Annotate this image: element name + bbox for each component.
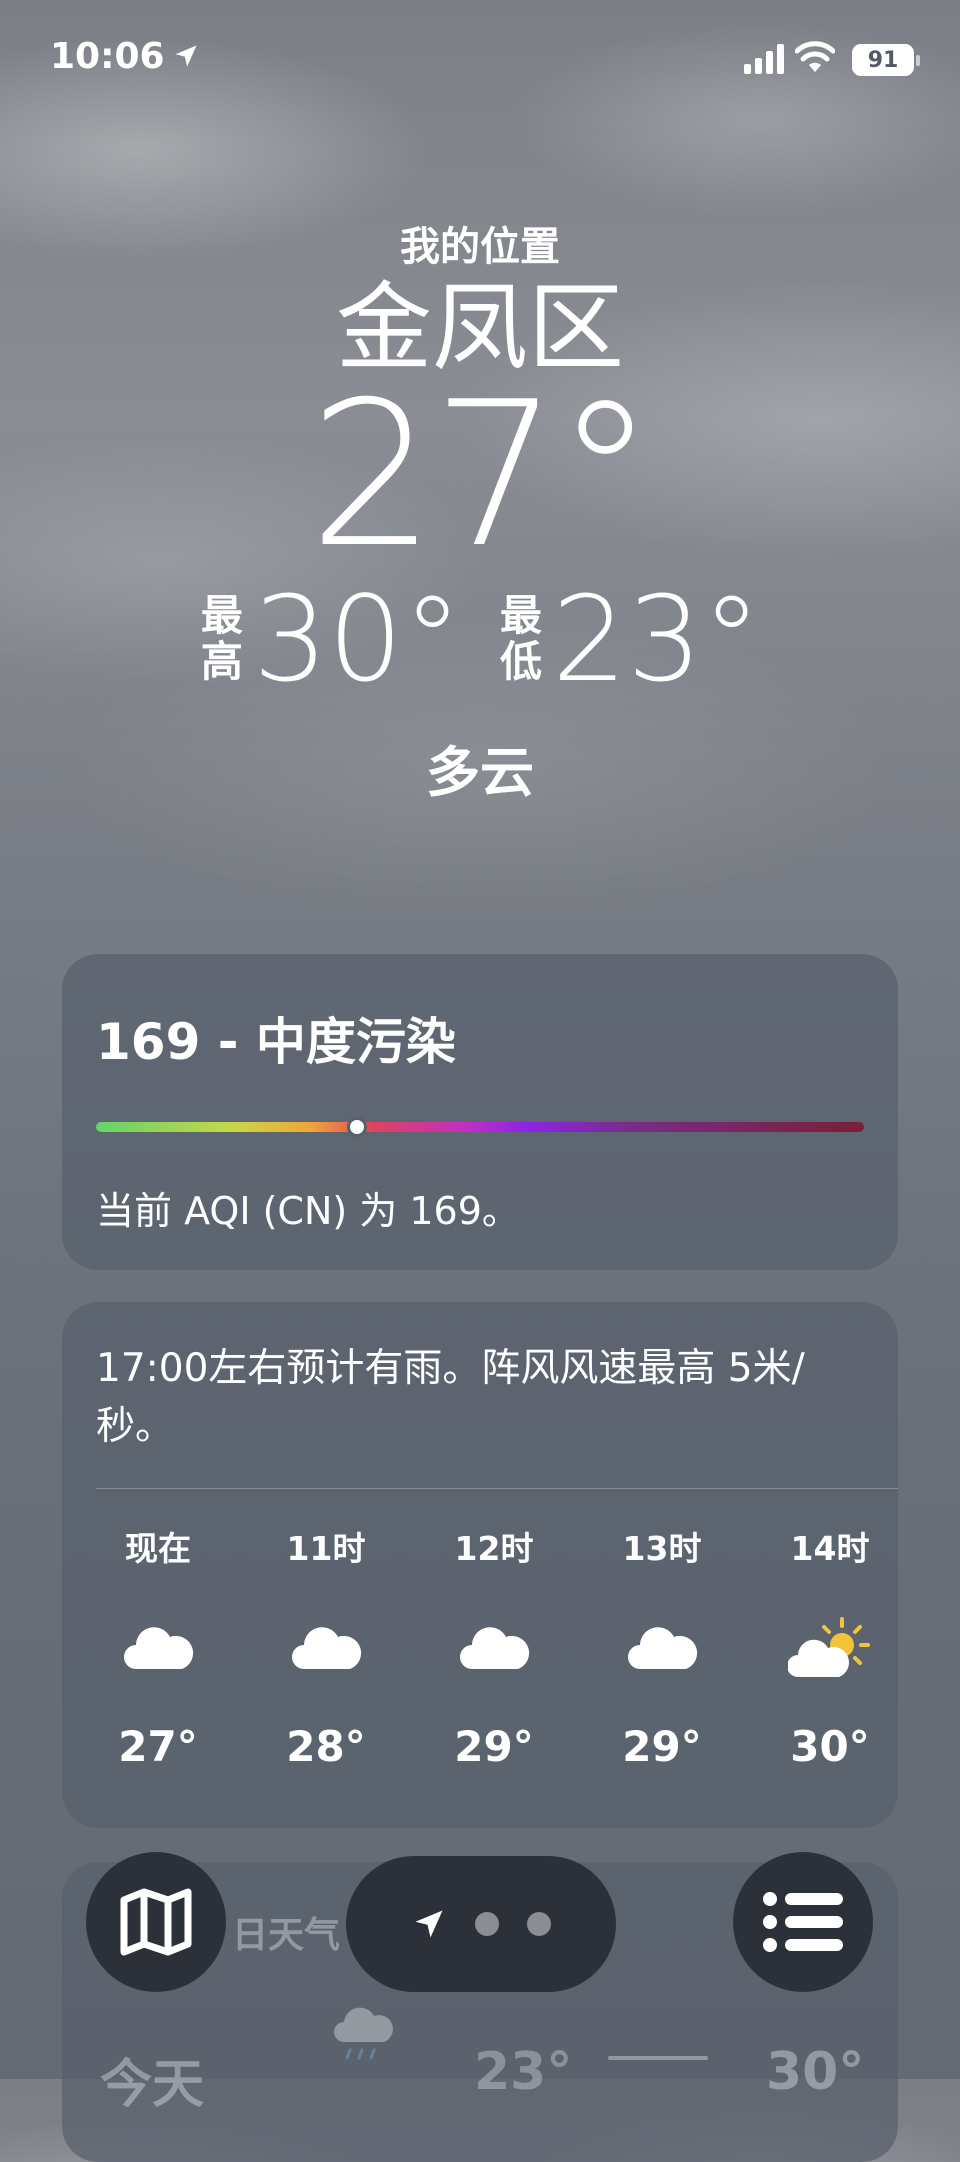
hour-item: 11时 28° bbox=[242, 1522, 410, 1771]
map-icon bbox=[120, 1888, 192, 1956]
cloud-icon bbox=[628, 1627, 698, 1669]
condition-text: 多云 bbox=[426, 741, 534, 804]
cellular-signal-icon bbox=[744, 44, 784, 74]
hour-temp: 27° bbox=[118, 1722, 198, 1771]
aqi-indicator-dot bbox=[347, 1117, 368, 1137]
hour-temp: 30° bbox=[790, 1722, 870, 1771]
daily-high-temp: 30° bbox=[766, 2042, 865, 2102]
hour-label: 11时 bbox=[286, 1529, 366, 1568]
hour-item: 13时 29° bbox=[578, 1522, 746, 1771]
divider bbox=[96, 1488, 898, 1489]
hour-temp: 29° bbox=[622, 1722, 702, 1771]
high-low-row: 最高 30° 最低 23° bbox=[0, 580, 960, 698]
daily-low-temp: 23° bbox=[474, 2042, 573, 2102]
daily-today-label: 今天 bbox=[100, 2055, 205, 2115]
list-icon bbox=[763, 1892, 843, 1952]
location-pager[interactable] bbox=[346, 1856, 616, 1992]
forecast-summary: 17:00左右预计有雨。阵风风速最高 5米/秒。 bbox=[96, 1346, 805, 1449]
location-services-icon bbox=[175, 45, 197, 67]
partly-sunny-icon bbox=[788, 1617, 870, 1677]
aqi-card[interactable]: 169 - 中度污染 当前 AQI (CN) 为 169。 bbox=[62, 954, 898, 1270]
cloud-icon bbox=[292, 1627, 362, 1669]
low-label: 最低 bbox=[499, 591, 542, 686]
hourly-forecast-card[interactable]: 17:00左右预计有雨。阵风风速最高 5米/秒。 现在 27° 11时 28° … bbox=[62, 1302, 898, 1828]
aqi-description: 当前 AQI (CN) 为 169。 bbox=[96, 1189, 520, 1233]
hour-label: 现在 bbox=[125, 1529, 191, 1568]
hour-label: 13时 bbox=[622, 1529, 702, 1568]
list-button[interactable] bbox=[733, 1852, 873, 1992]
hour-item: 现在 27° bbox=[74, 1522, 242, 1771]
hour-item: 14时 30° bbox=[746, 1522, 914, 1771]
my-location-label: 我的位置 bbox=[400, 224, 560, 270]
page-dot[interactable] bbox=[475, 1912, 499, 1936]
hour-temp: 28° bbox=[286, 1722, 366, 1771]
location-arrow-icon[interactable] bbox=[411, 1906, 447, 1942]
aqi-scale-bar bbox=[96, 1117, 864, 1137]
hour-item: 12时 29° bbox=[410, 1522, 578, 1771]
status-time: 10:06 bbox=[50, 36, 165, 77]
current-temperature: 27° bbox=[308, 359, 656, 592]
map-button[interactable] bbox=[86, 1852, 226, 1992]
high-label: 最高 bbox=[200, 591, 243, 686]
hour-label: 14时 bbox=[790, 1529, 870, 1568]
cloud-icon bbox=[124, 1627, 194, 1669]
hour-temp: 29° bbox=[454, 1722, 534, 1771]
daily-forecast-title: 日天气 bbox=[232, 1915, 341, 1956]
wifi-icon bbox=[795, 41, 835, 72]
cloud-icon bbox=[460, 1627, 530, 1669]
rain-cloud-icon bbox=[334, 2007, 393, 2060]
high-temp: 30° bbox=[252, 570, 462, 708]
page-dot[interactable] bbox=[527, 1912, 551, 1936]
hourly-list[interactable]: 现在 27° 11时 28° 12时 29° 13时 29° 14时 30° bbox=[74, 1522, 914, 1771]
home-indicator bbox=[608, 2056, 708, 2060]
battery-indicator: 91 bbox=[852, 44, 920, 76]
hour-label: 12时 bbox=[454, 1529, 534, 1568]
aqi-title: 169 - 中度污染 bbox=[96, 1013, 456, 1071]
low-temp: 23° bbox=[552, 570, 762, 708]
